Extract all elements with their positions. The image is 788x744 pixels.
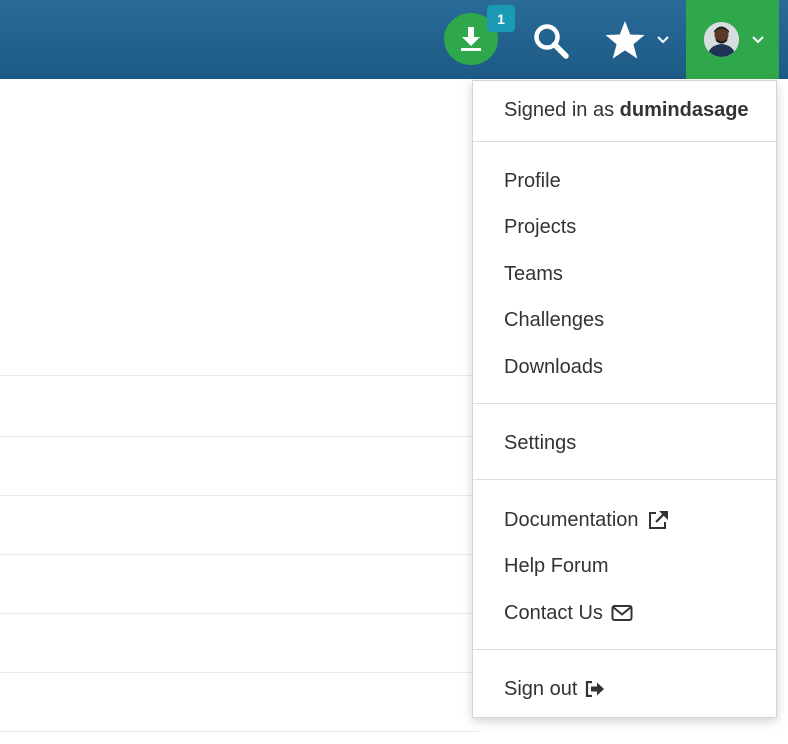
menu-item-label: Downloads xyxy=(504,355,603,378)
menu-divider xyxy=(473,403,776,404)
menu-item-label: Teams xyxy=(504,262,563,285)
menu-item-teams[interactable]: Teams xyxy=(504,260,563,288)
list-divider xyxy=(0,436,480,437)
list-divider xyxy=(0,554,480,555)
favorites-button[interactable] xyxy=(604,18,676,62)
list-divider xyxy=(0,672,480,673)
chevron-down-icon xyxy=(657,36,669,44)
search-icon xyxy=(534,24,569,59)
search-button[interactable] xyxy=(530,20,572,62)
download-icon xyxy=(461,27,481,51)
menu-item-profile[interactable]: Profile xyxy=(504,167,561,195)
star-icon xyxy=(605,21,645,59)
menu-item-help-forum[interactable]: Help Forum xyxy=(504,552,608,580)
menu-item-documentation[interactable]: Documentation xyxy=(504,506,669,534)
menu-item-label: Settings xyxy=(504,431,577,454)
chevron-down-icon xyxy=(752,35,764,43)
menu-item-challenges[interactable]: Challenges xyxy=(504,306,604,334)
user-avatar xyxy=(704,22,739,57)
menu-item-settings[interactable]: Settings xyxy=(504,429,576,457)
menu-item-projects[interactable]: Projects xyxy=(504,213,576,241)
menu-item-label: Profile xyxy=(504,169,561,192)
menu-item-label: Challenges xyxy=(504,308,605,331)
menu-item-contact-us[interactable]: Contact Us xyxy=(504,599,633,627)
menu-item-sign-out[interactable]: Sign out xyxy=(504,675,605,703)
menu-item-label: Documentation xyxy=(504,508,639,531)
menu-item-label: Contact Us xyxy=(504,601,603,624)
download-count-badge: 1 xyxy=(487,5,515,32)
menu-divider xyxy=(473,141,776,142)
list-divider xyxy=(0,613,480,614)
external-link-icon xyxy=(647,510,669,530)
list-divider xyxy=(0,375,480,376)
menu-divider xyxy=(473,479,776,480)
list-divider xyxy=(0,731,480,732)
sign-out-icon xyxy=(585,681,605,697)
menu-divider xyxy=(473,649,776,650)
user-menu-button[interactable] xyxy=(686,0,779,79)
menu-item-label: Projects xyxy=(504,215,577,238)
user-dropdown-menu: Signed in as dumindasage Profile Project… xyxy=(472,80,777,718)
username: dumindasage xyxy=(619,99,749,121)
menu-item-label: Help Forum xyxy=(504,554,609,577)
signed-in-label: Signed in as dumindasage xyxy=(504,99,749,122)
envelope-icon xyxy=(611,604,633,622)
menu-item-label: Sign out xyxy=(504,677,578,700)
signed-in-prefix: Signed in as xyxy=(504,99,615,121)
list-divider xyxy=(0,495,480,496)
menu-item-downloads[interactable]: Downloads xyxy=(504,353,603,381)
